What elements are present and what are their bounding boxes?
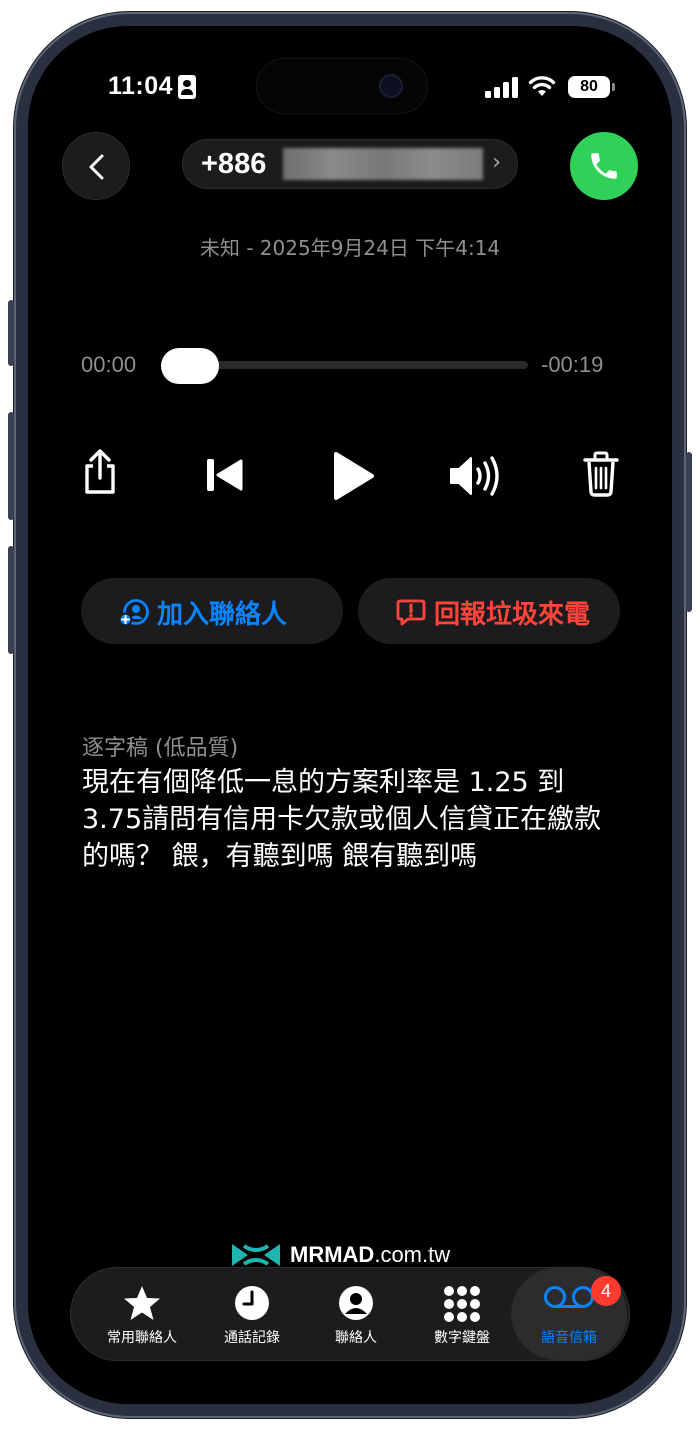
person-circle-icon [339, 1286, 373, 1320]
transcript-text: 現在有個降低一息的方案利率是 1.25 到 3.75請問有信用卡欠款或個人信貸正… [82, 767, 602, 872]
tab-contacts-label: 聯絡人 [335, 1330, 377, 1346]
volume-down-button [8, 546, 14, 654]
keypad-icon [444, 1286, 480, 1322]
tab-contacts[interactable]: 聯絡人 [301, 1268, 411, 1360]
voicemail-badge: 4 [591, 1276, 621, 1306]
status-time: 11:04 [108, 72, 174, 100]
exclamation-bubble-icon [396, 599, 426, 626]
share-icon[interactable] [80, 448, 120, 496]
add-person-icon [119, 599, 149, 627]
tab-keypad-label: 數字鍵盤 [434, 1330, 490, 1346]
caller-number-pill[interactable]: +886 › [182, 139, 518, 189]
back-button[interactable] [62, 132, 130, 200]
tab-keypad[interactable]: 數字鍵盤 [407, 1268, 517, 1360]
power-button [686, 452, 692, 612]
clock-icon [235, 1286, 269, 1320]
battery-indicator: 80 [568, 76, 615, 98]
play-icon[interactable] [330, 450, 376, 502]
cellular-signal-icon [485, 76, 519, 98]
phone-icon [591, 153, 617, 179]
report-spam-label: 回報垃圾來電 [434, 600, 591, 630]
mrmad-logo-icon [232, 1244, 280, 1266]
camera-icon [379, 74, 403, 98]
tab-recents[interactable]: 通話記錄 [197, 1268, 307, 1360]
voicemail-icon [544, 1286, 594, 1308]
scrubber-knob[interactable] [161, 348, 219, 384]
playback-scrubber[interactable] [176, 361, 528, 369]
skip-back-icon[interactable] [204, 456, 244, 494]
transcript-label: 逐字稿 (低品質) [82, 736, 239, 761]
speaker-icon[interactable] [448, 454, 504, 498]
phone-screen: 11:04 80 +886 › 未知 - 2025年9月24日 下午4:14 0… [28, 26, 672, 1404]
caller-number: +886 [201, 148, 267, 180]
wifi-icon [528, 76, 556, 96]
report-spam-button[interactable]: 回報垃圾來電 [358, 578, 620, 644]
star-icon [124, 1286, 160, 1320]
add-contact-label: 加入聯絡人 [157, 600, 288, 630]
chevron-right-icon: › [492, 150, 501, 175]
trash-icon[interactable] [582, 450, 620, 498]
remaining-time: -00:19 [541, 352, 604, 377]
voicemail-meta: 未知 - 2025年9月24日 下午4:14 [199, 236, 501, 260]
volume-up-button [8, 412, 14, 520]
action-button [8, 300, 14, 366]
add-contact-button[interactable]: 加入聯絡人 [81, 578, 343, 644]
tab-voicemail[interactable]: 4 語音信箱 [511, 1268, 627, 1360]
call-back-button[interactable] [570, 132, 638, 200]
tab-bar: 常用聯絡人 通話記錄 聯絡人 數字鍵盤 4 語音信箱 [70, 1267, 630, 1361]
contact-card-icon [178, 75, 196, 99]
tab-favorites-label: 常用聯絡人 [107, 1330, 177, 1346]
mrmad-wordmark: MRMAD.com.tw [290, 1242, 450, 1268]
brand-name: MRMAD [290, 1242, 375, 1267]
redacted-number-blur [283, 148, 483, 180]
tab-voicemail-label: 語音信箱 [541, 1330, 597, 1346]
dynamic-island [256, 58, 428, 114]
tab-favorites[interactable]: 常用聯絡人 [87, 1268, 197, 1360]
tab-recents-label: 通話記錄 [224, 1330, 280, 1346]
elapsed-time: 00:00 [81, 352, 137, 377]
brand-suffix: .com.tw [374, 1242, 451, 1267]
chevron-left-icon [89, 154, 104, 180]
